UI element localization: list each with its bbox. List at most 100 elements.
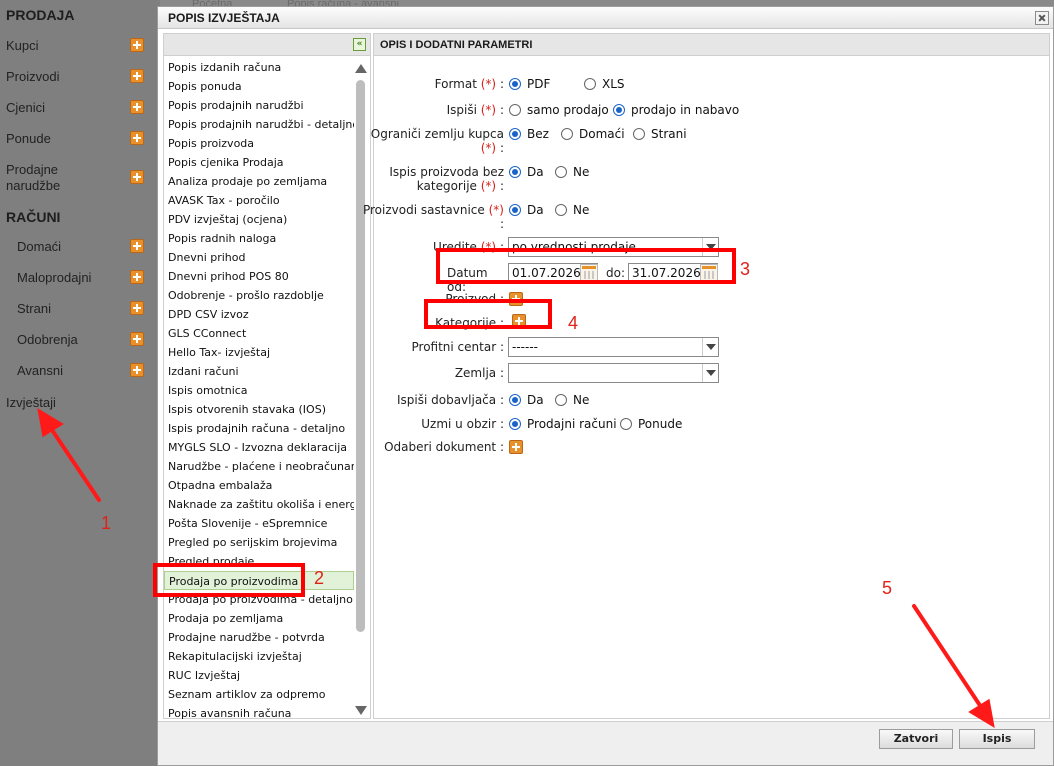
report-list-item[interactable]: Naknade za zaštitu okoliša i energe... bbox=[164, 495, 354, 514]
report-dialog: POPIS IZVJEŠTAJA « Popis izdanih računa P… bbox=[157, 6, 1054, 766]
section-sales-title: PRODAJA bbox=[6, 7, 75, 23]
zemlja-kupca-domaci-radio[interactable] bbox=[561, 128, 573, 140]
report-list-item[interactable]: Dnevni prihod POS 80 bbox=[164, 267, 354, 286]
format-xls-radio[interactable] bbox=[584, 78, 596, 90]
add-icon[interactable] bbox=[130, 69, 144, 83]
profitni-centar-label: Profitni centar : bbox=[411, 340, 505, 354]
print-button[interactable]: Ispis bbox=[959, 729, 1035, 749]
sidebar-item-label: Domaći bbox=[17, 239, 62, 254]
section-invoices-title: RAČUNI bbox=[6, 209, 61, 225]
sidebar-item-label: Cjenici bbox=[6, 100, 46, 115]
report-list-item[interactable]: Prodajne narudžbe - potvrda bbox=[164, 628, 354, 647]
dialog-title-bar: POPIS IZVJEŠTAJA bbox=[158, 7, 1053, 29]
sidebar-item-label: Odobrenja bbox=[17, 332, 78, 347]
uzmi-prodajni-label: Prodajni računi bbox=[527, 417, 617, 431]
zemlja-kupca-bez-label: Bez bbox=[527, 127, 549, 141]
add-icon[interactable] bbox=[130, 170, 144, 184]
params-panel: OPIS I DODATNI PARAMETRI Format (*) : PD… bbox=[363, 33, 1050, 719]
zemlja-kupca-bez-radio[interactable] bbox=[509, 128, 521, 140]
sidebar-item-prodajne-narudzbe[interactable]: Prodajne narudžbe bbox=[0, 162, 157, 194]
add-icon[interactable] bbox=[130, 38, 144, 52]
annotation-label-1: 1 bbox=[101, 513, 112, 533]
annotation-label-3: 3 bbox=[740, 259, 751, 279]
report-list-scrollbar[interactable] bbox=[354, 60, 368, 715]
zemlja-kupca-strani-label: Strani bbox=[651, 127, 687, 141]
format-pdf-radio[interactable] bbox=[509, 78, 521, 90]
ispisi-label: Ispiši (*) : bbox=[446, 103, 504, 117]
uzmi-ponude-label: Ponude bbox=[638, 417, 683, 431]
collapse-icon[interactable]: « bbox=[353, 38, 366, 51]
add-icon[interactable] bbox=[130, 131, 144, 145]
bez-kategorije-ne-radio[interactable] bbox=[555, 166, 567, 178]
dobavljaca-label: Ispiši dobavljača : bbox=[396, 393, 504, 407]
report-list-item[interactable]: Rekapitulacijski izvještaj bbox=[164, 647, 354, 666]
annotation-label-2: 2 bbox=[314, 568, 325, 588]
dialog-footer: Zatvori Ispis bbox=[158, 721, 1053, 765]
report-list-item[interactable]: Seznam artiklov za odpremo bbox=[164, 685, 354, 704]
sastavnice-label: Proizvodi sastavnice (*): bbox=[362, 203, 504, 231]
sastavnice-da-label: Da bbox=[527, 203, 544, 217]
sidebar-item-label: Izvještaji bbox=[6, 395, 56, 410]
report-list-item[interactable]: Narudžbe - plaćene i neobračunane bbox=[164, 457, 354, 476]
annotation-box-3 bbox=[436, 248, 736, 284]
report-list-item[interactable]: Prodaja po zemljama bbox=[164, 609, 354, 628]
annotation-label-4: 4 bbox=[568, 313, 579, 333]
report-list-item[interactable]: Otpadna embalaža bbox=[164, 476, 354, 495]
sidebar-item-label: Maloprodajni bbox=[17, 270, 92, 285]
scroll-thumb[interactable] bbox=[356, 80, 365, 632]
ispisi-samo-prodajo-label: samo prodajo bbox=[527, 103, 609, 117]
add-icon[interactable] bbox=[130, 363, 144, 377]
sidebar-item-label: Prodajne narudžbe bbox=[6, 162, 61, 193]
sastavnice-ne-radio[interactable] bbox=[555, 204, 567, 216]
uzmi-prodajni-radio[interactable] bbox=[509, 418, 521, 430]
ispisi-prodajo-nabavo-radio[interactable] bbox=[613, 104, 625, 116]
profitni-centar-select[interactable]: ------ bbox=[508, 337, 719, 357]
report-list-item[interactable]: Pošta Slovenije - eSpremnice bbox=[164, 514, 354, 533]
format-label: Format (*) : bbox=[434, 77, 504, 91]
ispisi-prodajo-nabavo-label: prodajo in nabavo bbox=[631, 103, 740, 117]
params-title: OPIS I DODATNI PARAMETRI bbox=[380, 39, 533, 51]
zemlja-select[interactable] bbox=[508, 363, 719, 383]
zemlja-kupca-domaci-label: Domaći bbox=[579, 127, 625, 141]
uzmi-ponude-radio[interactable] bbox=[620, 418, 632, 430]
profitni-centar-value: ------ bbox=[512, 340, 538, 354]
add-icon[interactable] bbox=[130, 239, 144, 253]
dobavljaca-ne-label: Ne bbox=[573, 393, 590, 407]
dobavljaca-da-radio[interactable] bbox=[509, 394, 521, 406]
add-icon[interactable] bbox=[130, 332, 144, 346]
scroll-up-icon[interactable] bbox=[355, 64, 367, 73]
uzmi-label: Uzmi u obzir : bbox=[421, 417, 504, 431]
close-button[interactable]: Zatvori bbox=[879, 729, 953, 749]
params-header: OPIS I DODATNI PARAMETRI bbox=[374, 34, 1049, 56]
dobavljaca-da-label: Da bbox=[527, 393, 544, 407]
sidebar-item-label: Avansni bbox=[17, 363, 64, 378]
report-list-item[interactable]: Pregled po serijskim brojevima bbox=[164, 533, 354, 552]
left-sidebar: PRODAJA Kupci Proizvodi Cjenici Ponude P… bbox=[0, 0, 157, 766]
zemlja-kupca-strani-radio[interactable] bbox=[633, 128, 645, 140]
add-dokument-icon[interactable] bbox=[509, 440, 523, 454]
bez-kategorije-da-label: Da bbox=[527, 165, 544, 179]
bez-kategorije-label: Ispis proizvoda bez kategorije (*) : bbox=[389, 165, 504, 193]
add-icon[interactable] bbox=[130, 100, 144, 114]
close-icon[interactable] bbox=[1035, 11, 1049, 25]
dobavljaca-ne-radio[interactable] bbox=[555, 394, 567, 406]
annotation-box-4 bbox=[424, 299, 552, 329]
add-icon[interactable] bbox=[130, 301, 144, 315]
add-icon[interactable] bbox=[130, 270, 144, 284]
annotation-label-5: 5 bbox=[882, 578, 893, 598]
sastavnice-da-radio[interactable] bbox=[509, 204, 521, 216]
sidebar-item-label: Proizvodi bbox=[6, 69, 60, 84]
scroll-down-icon[interactable] bbox=[355, 706, 367, 715]
report-list-item[interactable]: Popis izdanih računa bbox=[164, 58, 354, 77]
bez-kategorije-da-radio[interactable] bbox=[509, 166, 521, 178]
annotation-box-2 bbox=[153, 563, 305, 597]
odaberi-dokument-label: Odaberi dokument : bbox=[384, 440, 504, 454]
chevron-down-icon bbox=[702, 338, 718, 356]
bez-kategorije-ne-label: Ne bbox=[573, 165, 590, 179]
sidebar-item-label: Ponude bbox=[6, 131, 51, 146]
report-list-item[interactable]: RUC Izvještaj bbox=[164, 666, 354, 685]
ispisi-samo-prodajo-radio[interactable] bbox=[509, 104, 521, 116]
chevron-down-icon bbox=[702, 364, 718, 382]
format-xls-label: XLS bbox=[602, 77, 625, 91]
sastavnice-ne-label: Ne bbox=[573, 203, 590, 217]
